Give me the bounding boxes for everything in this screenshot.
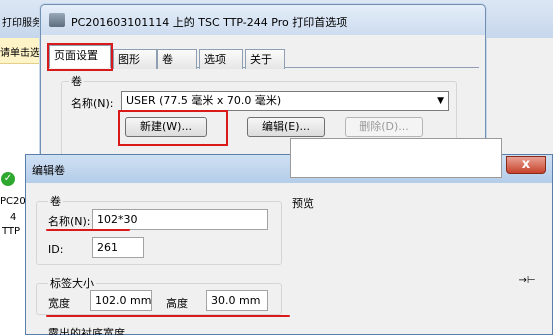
printer-name-line1: PC20 (0, 196, 26, 207)
tab-graphics-label: 图形 (118, 53, 140, 66)
id-input[interactable]: 261 (92, 237, 144, 258)
tab-about[interactable]: 关于 (245, 49, 285, 69)
bottom-group-label: 露出的衬底宽度 (48, 327, 125, 335)
printer-name-line3: TTP (2, 226, 21, 237)
volume-name-select[interactable]: USER (77.5 毫米 x 70.0 毫米) ▼ (121, 91, 449, 111)
width-label: 宽度 (48, 297, 70, 310)
volume-name-value: USER (77.5 毫米 x 70.0 毫米) (126, 94, 282, 107)
tab-graphics[interactable]: 图形 (113, 49, 157, 69)
edit-volume-dialog: 编辑卷 x 卷 名称(N): 102*30 ID: 261 预览 →⊢ 标签大小… (25, 154, 553, 335)
name-underline (46, 229, 130, 231)
tab-options[interactable]: 选项 (199, 49, 243, 69)
id-label: ID: (48, 243, 64, 256)
tab-volume[interactable]: 卷 (157, 49, 197, 69)
printer-name-line2: 4 (10, 212, 17, 223)
background-info-text: 请单击选 (0, 48, 40, 59)
check-icon: ✓ (1, 172, 15, 186)
edit-name-input[interactable]: 102*30 (92, 209, 268, 230)
tab-about-label: 关于 (250, 53, 272, 66)
height-input[interactable]: 30.0 mm (206, 290, 268, 311)
tab-volume-label: 卷 (162, 53, 173, 66)
close-button[interactable]: x (506, 156, 546, 174)
printer-icon (49, 13, 65, 27)
pref-title: PC201603101114 上的 TSC TTP-244 Pro 打印首选项 (71, 16, 348, 29)
edit-title: 编辑卷 (32, 164, 65, 177)
volume-group-label: 卷 (69, 73, 84, 89)
edit-volume-group-label: 卷 (48, 193, 63, 209)
delete-button[interactable]: 删除(D)... (345, 117, 423, 137)
width-input[interactable]: 102.0 mm (90, 290, 152, 311)
width-arrow-icon: →⊢ (518, 275, 536, 286)
printer-item[interactable]: ✓ PC20 4 TTP (0, 170, 26, 240)
pref-titlebar: PC201603101114 上的 TSC TTP-244 Pro 打印首选项 (41, 5, 485, 35)
height-label: 高度 (166, 297, 188, 310)
chevron-down-icon: ▼ (437, 96, 444, 106)
background-title: 打印服务 (2, 18, 42, 29)
size-underline (46, 315, 290, 317)
name-label: 名称(N): (71, 97, 114, 110)
edit-name-label: 名称(N): (48, 215, 91, 228)
preview-area (290, 138, 502, 178)
background-info-strip: 请单击选 (0, 38, 40, 64)
tab-highlight-box (47, 43, 113, 71)
edit-button[interactable]: 编辑(E)... (247, 117, 325, 137)
tab-options-label: 选项 (204, 53, 226, 66)
new-button-highlight (118, 110, 228, 146)
preview-label: 预览 (292, 197, 314, 210)
label-size-group-label: 标签大小 (48, 275, 96, 291)
